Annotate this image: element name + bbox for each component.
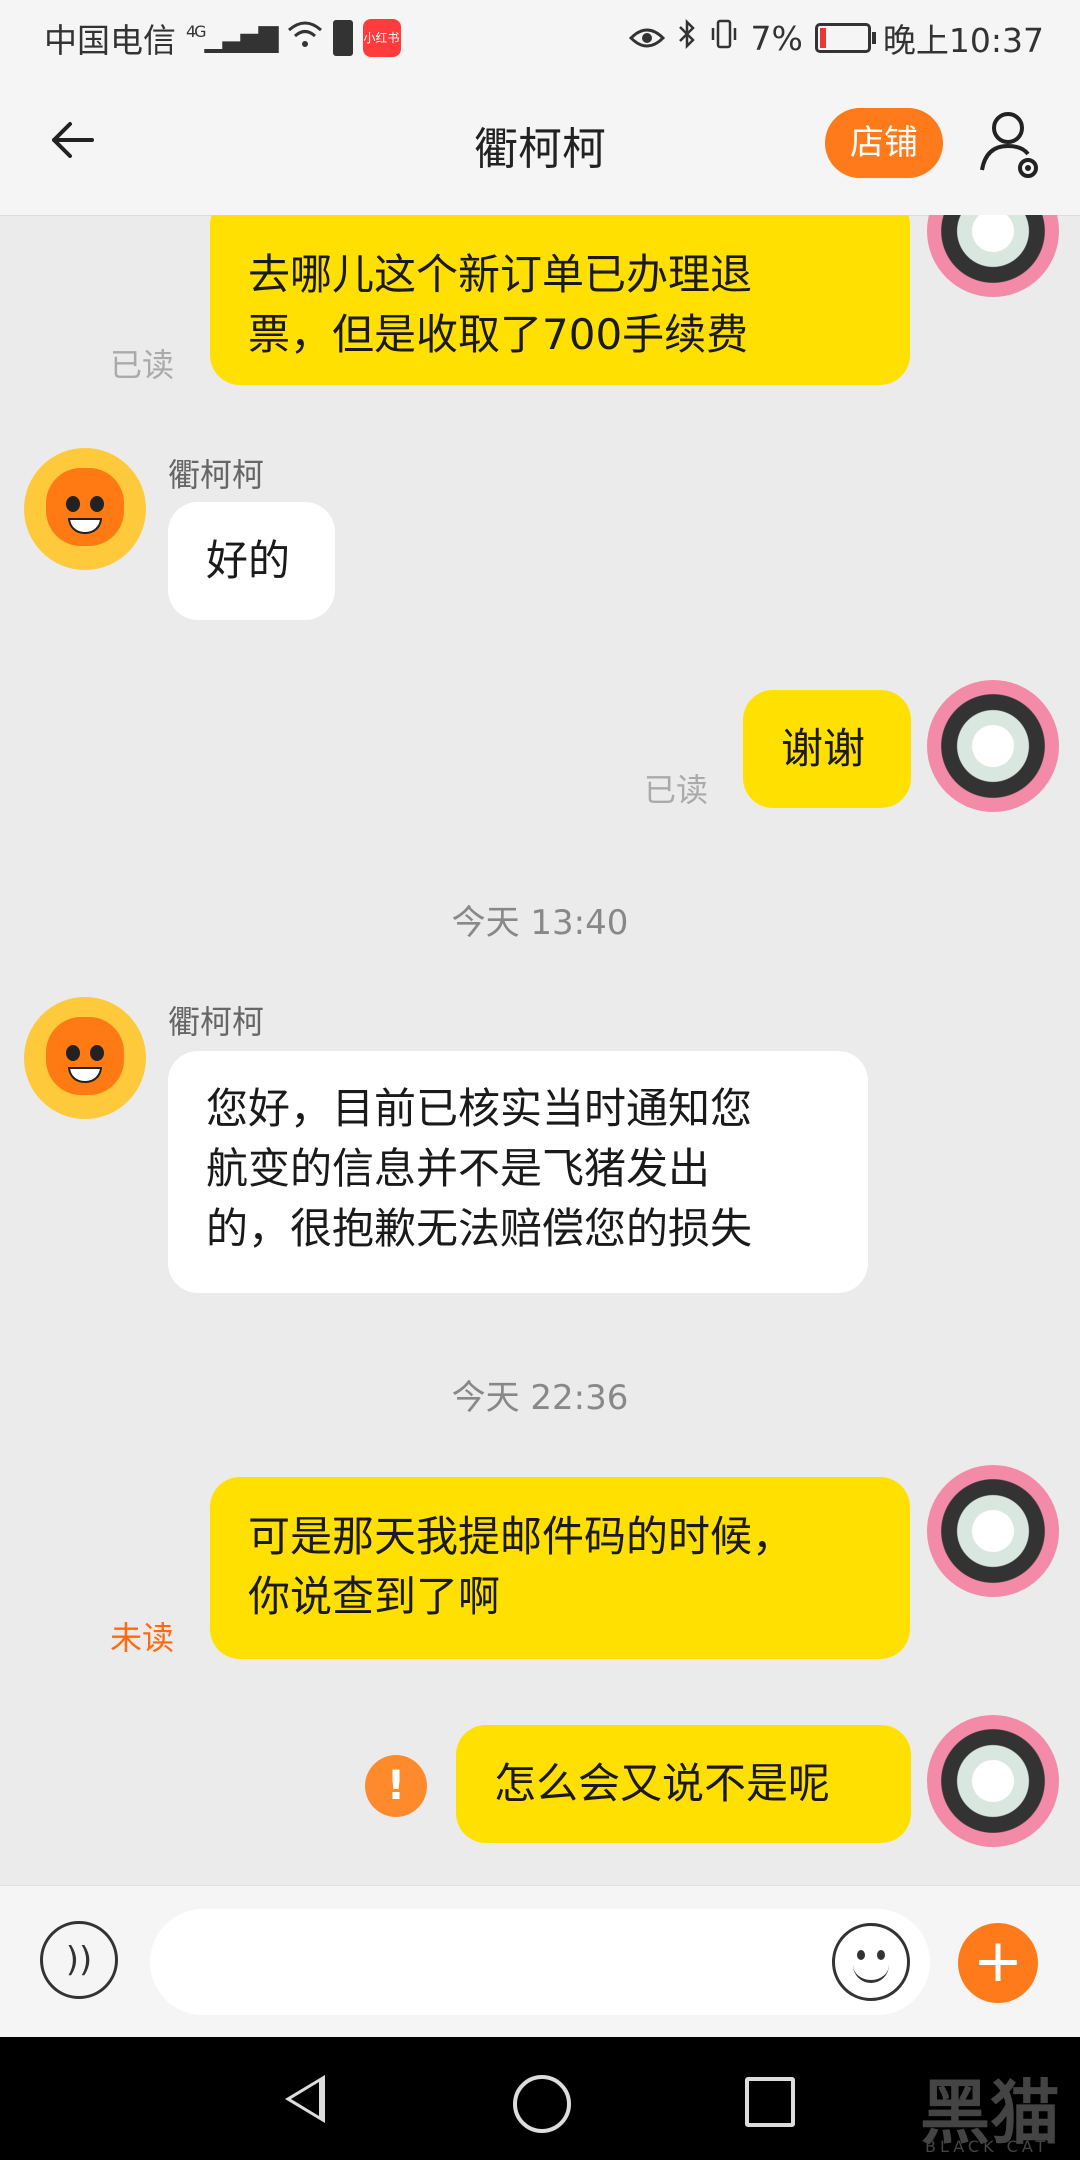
shop-button[interactable]: 店铺	[825, 108, 943, 178]
message-line: 去哪儿这个新订单已办理退	[248, 250, 753, 299]
message-line: 怎么会又说不是呢	[494, 1759, 831, 1808]
nav-back-icon[interactable]	[285, 2075, 325, 2123]
battery-percent: 7%	[750, 18, 803, 58]
eye-icon	[628, 19, 665, 58]
chat-area[interactable]: 去哪儿这个新订单已办理退 票，但是收取了700手续费 已读 衢柯柯 好的 谢谢 …	[0, 215, 1080, 1885]
message-line: 的，很抱歉无法赔偿您的损失	[206, 1204, 753, 1253]
system-nav-bar: 黑猫 BLACK CAT	[0, 2037, 1080, 2160]
message-input[interactable]	[150, 1909, 930, 2015]
bot-avatar[interactable]	[24, 448, 146, 570]
vibrate-icon	[709, 18, 739, 58]
message-line: 谢谢	[781, 724, 866, 773]
my-avatar[interactable]	[927, 1465, 1059, 1597]
my-avatar[interactable]	[927, 1715, 1059, 1847]
message-line: 好的	[206, 536, 291, 585]
read-receipt: 已读	[110, 346, 175, 384]
message-line: 你说查到了啊	[248, 1572, 501, 1621]
my-avatar[interactable]	[927, 680, 1059, 812]
status-right: 7% 晚上10:37	[628, 14, 1044, 62]
message-bubble-them[interactable]: 您好，目前已核实当时通知您 航变的信息并不是飞猪发出 的，很抱歉无法赔偿您的损失	[168, 1051, 868, 1293]
message-line: 航变的信息并不是飞猪发出	[206, 1144, 711, 1193]
message-bubble-me[interactable]: 可是那天我提邮件码的时候， 你说查到了啊	[210, 1477, 910, 1659]
nav-home-icon[interactable]	[513, 2075, 571, 2133]
status-bar: 中国电信 4G▁▃▅▇ 小红书 7% 晚上10:37	[0, 0, 1080, 75]
input-bar: )) +	[0, 1885, 1080, 2038]
my-avatar[interactable]	[927, 215, 1059, 297]
message-bubble-me[interactable]: 去哪儿这个新订单已办理退 票，但是收取了700手续费	[210, 215, 910, 385]
battery-icon	[814, 23, 876, 53]
clock: 晚上10:37	[882, 21, 1044, 60]
sender-name: 衢柯柯	[168, 1003, 265, 1041]
message-line: 票，但是收取了700手续费	[248, 310, 749, 359]
saver-battery-icon	[332, 20, 353, 56]
wifi-icon	[287, 19, 323, 58]
emoji-icon[interactable]	[832, 1923, 910, 2001]
timestamp-divider: 今天 13:40	[451, 903, 629, 943]
carrier-label: 中国电信	[44, 21, 176, 60]
sender-name: 衢柯柯	[168, 456, 265, 494]
read-receipt: 已读	[644, 771, 709, 809]
plus-icon[interactable]: +	[958, 1923, 1038, 2003]
signal-icon: 4G▁▃▅▇	[186, 22, 279, 54]
user-settings-icon[interactable]	[978, 108, 1042, 182]
nav-recent-icon[interactable]	[745, 2077, 795, 2127]
watermark-subtext: BLACK CAT	[925, 2137, 1050, 2156]
bluetooth-icon	[677, 18, 697, 58]
message-line: 您好，目前已核实当时通知您	[206, 1084, 753, 1133]
timestamp-divider: 今天 22:36	[451, 1378, 629, 1418]
exclamation-icon[interactable]: !	[365, 1755, 427, 1817]
chat-header: 衢柯柯 店铺	[0, 75, 1080, 216]
message-bubble-them[interactable]: 好的	[168, 502, 335, 620]
message-bubble-me[interactable]: 谢谢	[743, 690, 911, 808]
app-notification-icon: 小红书	[362, 19, 401, 57]
unread-receipt: 未读	[110, 1619, 175, 1657]
bot-avatar[interactable]	[24, 997, 146, 1119]
message-line: 可是那天我提邮件码的时候，	[248, 1512, 795, 1561]
voice-icon[interactable]: ))	[40, 1921, 118, 1999]
message-bubble-me[interactable]: 怎么会又说不是呢	[456, 1725, 911, 1843]
status-left: 中国电信 4G▁▃▅▇ 小红书	[44, 14, 401, 62]
